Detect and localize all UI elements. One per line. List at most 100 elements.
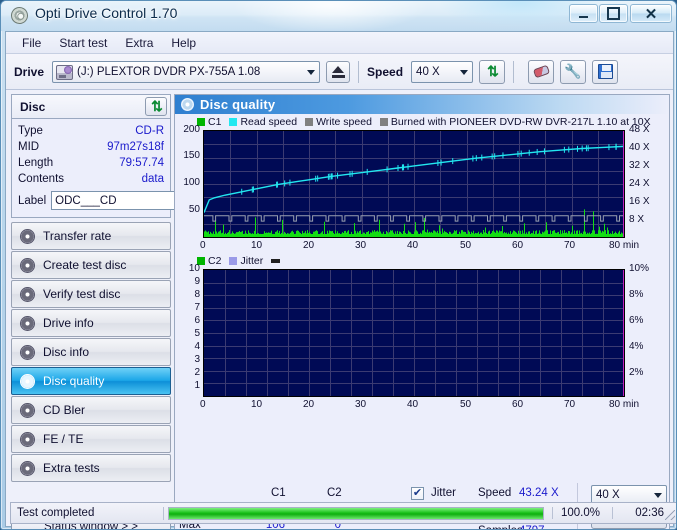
disc-quality-panel: Disc quality C1 Read speed Write speed B… (174, 94, 670, 529)
bottom-chart-xtick: 50 (460, 399, 472, 410)
disc-length-value: 79:57.74 (119, 157, 164, 169)
sidebar-item-label: Drive info (43, 316, 94, 330)
bottom-chart-xtick: 20 (303, 399, 315, 410)
menu-bar: File Start test Extra Help (6, 32, 673, 54)
speed-select[interactable]: 40 X (411, 60, 474, 83)
sidebar-item-create-test-disc[interactable]: Create test disc (11, 251, 171, 279)
menu-item-file[interactable]: File (14, 33, 49, 53)
sidebar-item-disc-quality[interactable]: Disc quality (11, 367, 171, 395)
app-disc-icon (9, 5, 30, 26)
bottom-chart-plot-area[interactable] (203, 269, 625, 397)
disc-refresh-button[interactable]: ⇅ (145, 97, 167, 116)
sidebar-item-label: Disc quality (43, 374, 105, 388)
progress-bar (168, 506, 544, 520)
speed-label: Speed (367, 64, 404, 79)
tools-button[interactable]: 🔧 (560, 59, 587, 84)
top-chart-y2tick: 16 X (629, 196, 650, 207)
resize-grip[interactable] (665, 510, 675, 520)
top-chart-y2tick: 32 X (629, 160, 650, 171)
bottom-chart-ytick: 6 (194, 315, 200, 326)
bottom-chart-xtick: 80 min (609, 399, 640, 410)
bottom-chart-y2tick: 10% (629, 263, 650, 274)
bottom-chart-ytick: 4 (194, 341, 200, 352)
jitter-checkbox[interactable]: ✔ (411, 487, 424, 500)
sidebar-item-verify-test-disc[interactable]: Verify test disc (11, 280, 171, 308)
disc-icon (20, 431, 35, 447)
legend-label-c1: C1 (208, 115, 222, 128)
legend-swatch-jitter (229, 256, 238, 265)
menu-item-extra[interactable]: Extra (117, 33, 161, 53)
legend-label-jitter: Jitter (240, 254, 264, 267)
close-button[interactable]: ✕ (630, 4, 672, 23)
bottom-chart-xtick: 0 (200, 399, 206, 410)
sidebar-item-label: Verify test disc (43, 287, 121, 301)
bottom-chart-xtick: 40 (407, 399, 419, 410)
top-chart-xtick: 80 min (609, 240, 640, 251)
sidebar-item-label: Disc info (43, 345, 90, 359)
top-chart-xtick: 0 (200, 240, 206, 251)
maximize-icon (600, 5, 627, 22)
disc-info-row-type: Type CD-R (18, 123, 164, 139)
erase-button[interactable] (528, 59, 555, 84)
top-chart-xtick: 50 (460, 240, 472, 251)
sidebar-item-transfer-rate[interactable]: Transfer rate (11, 222, 171, 250)
sidebar-item-label: Transfer rate (43, 229, 112, 243)
maximize-button[interactable] (599, 4, 628, 23)
refresh-button[interactable]: ⇅ (479, 59, 506, 84)
menu-item-help[interactable]: Help (163, 33, 204, 53)
bottom-chart-y2tick: 4% (629, 341, 644, 352)
top-chart-legend: C1 Read speed Write speed Burned with PI… (175, 114, 669, 128)
bottom-chart-legend: C2 Jitter (175, 253, 669, 267)
progress-cell (163, 506, 548, 520)
minimize-button[interactable] (569, 4, 598, 23)
toolbar-separator (358, 60, 360, 83)
chevron-down-icon (460, 69, 469, 75)
top-chart-xtick: 70 (564, 240, 576, 251)
save-button[interactable] (592, 59, 619, 84)
bottom-chart-ytick: 7 (194, 302, 200, 313)
top-chart-y2tick: 40 X (629, 142, 650, 153)
bottom-chart-y2tick: 8% (629, 289, 644, 300)
disc-contents-label: Contents (18, 173, 65, 185)
application-window: Opti Drive Control 1.70 ✕ File Start tes… (0, 0, 677, 530)
bottom-chart-ytick: 1 (194, 380, 200, 391)
disc-icon (20, 373, 35, 389)
top-chart-xtick: 60 (512, 240, 524, 251)
top-chart-plot-area[interactable] (203, 130, 625, 238)
minimize-icon (570, 5, 597, 22)
test-speed-value: 40 X (596, 489, 620, 501)
sidebar-item-extra-tests[interactable]: Extra tests (11, 454, 171, 482)
save-icon (597, 64, 613, 79)
bottom-chart-y2tick: 2% (629, 367, 644, 378)
samples-stat-value: 4797 (519, 525, 575, 529)
sidebar-item-label: Extra tests (43, 461, 100, 475)
top-chart-ytick: 50 (188, 204, 200, 215)
drive-label: Drive (14, 64, 45, 79)
eject-button[interactable] (326, 60, 351, 83)
check-icon: ✔ (412, 487, 423, 499)
status-text: Test completed (17, 507, 95, 519)
sidebar-item-cd-bler[interactable]: CD Bler (11, 396, 171, 424)
speed-stat-label: Speed (478, 487, 512, 499)
bottom-chart-xtick: 10 (251, 399, 263, 410)
top-chart-xtick: 30 (355, 240, 367, 251)
drive-select[interactable]: (J:) PLEXTOR DVDR PX-755A 1.08 (52, 60, 321, 83)
disc-label-label: Label (18, 194, 47, 207)
disc-info-row-contents: Contents data (18, 171, 164, 187)
page-title: Disc quality (200, 97, 276, 112)
disc-icon (20, 344, 35, 360)
sidebar-item-drive-info[interactable]: Drive info (11, 309, 171, 337)
menu-item-start-test[interactable]: Start test (51, 33, 115, 53)
eject-icon (332, 66, 345, 73)
bottom-chart-xtick: 60 (512, 399, 524, 410)
speed-select-value: 40 X (416, 65, 440, 78)
disc-info-panel: Type CD-R MID 97m27s18f Length 79:57.74 … (11, 118, 235, 218)
legend-label-c2: C2 (208, 254, 222, 267)
sidebar-item-fe-te[interactable]: FE / TE (11, 425, 171, 453)
legend-label-read-speed: Read speed (240, 115, 298, 128)
drive-icon (56, 64, 74, 80)
disc-icon (20, 228, 35, 244)
eraser-icon (532, 64, 550, 79)
bottom-chart-ytick: 10 (188, 263, 200, 274)
sidebar-item-disc-info[interactable]: Disc info (11, 338, 171, 366)
